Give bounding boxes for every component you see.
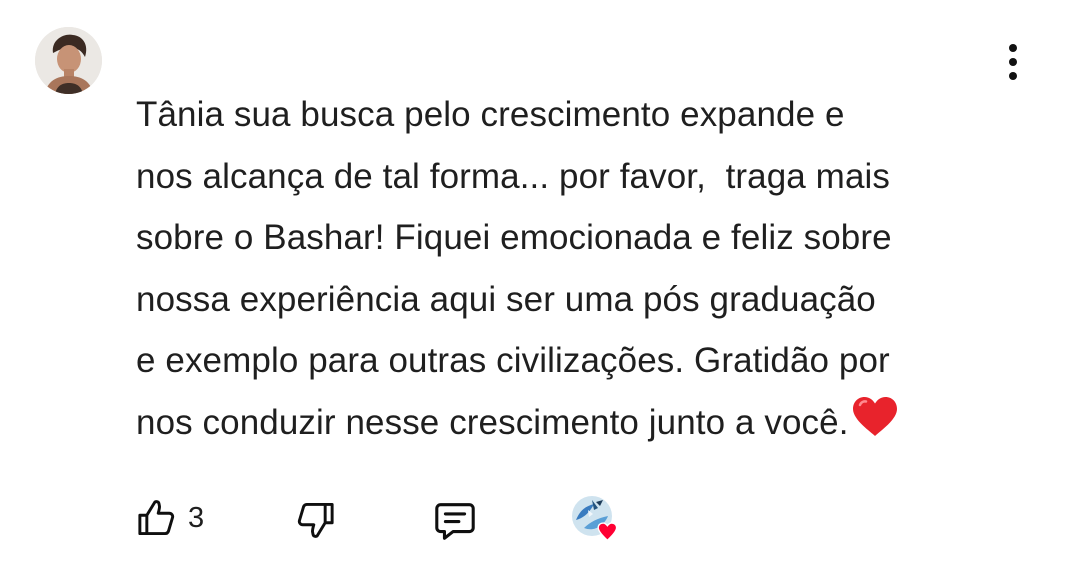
- thumbs-down-icon: [297, 502, 334, 538]
- comment-text-line: nossa experiência aqui ser uma pós gradu…: [136, 279, 876, 319]
- comment-text-line: sobre o Bashar! Fiquei emocionada e feli…: [136, 218, 892, 257]
- red-heart-emoji-icon: [852, 396, 897, 436]
- avatar[interactable]: [35, 27, 102, 94]
- comment-text: Tânia sua busca pelo crescimento expande…: [136, 84, 1036, 453]
- more-vertical-icon-dot: [1009, 58, 1017, 66]
- comment-text-line: nos alcança de tal forma... por favor, t…: [136, 156, 890, 196]
- comment-text-last-line: nos conduzir nesse crescimento junto a v…: [136, 392, 1036, 454]
- dislike-button[interactable]: [294, 498, 338, 542]
- more-vertical-icon: [1009, 44, 1017, 52]
- more-options-button[interactable]: [996, 40, 1030, 84]
- creator-avatar-icon: [572, 496, 618, 542]
- avatar-image: [35, 27, 102, 94]
- comment-text-line: e exemplo para outras civilizações. Grat…: [136, 341, 890, 380]
- reply-comment-icon: [435, 503, 475, 540]
- comment-text-line: Tânia sua busca pelo crescimento expande…: [136, 95, 845, 134]
- more-vertical-icon-dot: [1009, 72, 1017, 80]
- comment-thread-item: Tânia sua busca pelo crescimento expande…: [0, 0, 1080, 577]
- comment-actions-bar: 3: [0, 490, 1080, 550]
- creator-heart-badge: [570, 492, 630, 548]
- comment-text-line: nos conduzir nesse crescimento junto a v…: [136, 402, 849, 442]
- like-button[interactable]: 3: [134, 496, 204, 540]
- reply-button[interactable]: [432, 498, 478, 544]
- like-count: 3: [188, 501, 205, 534]
- thumbs-up-icon: [138, 500, 175, 536]
